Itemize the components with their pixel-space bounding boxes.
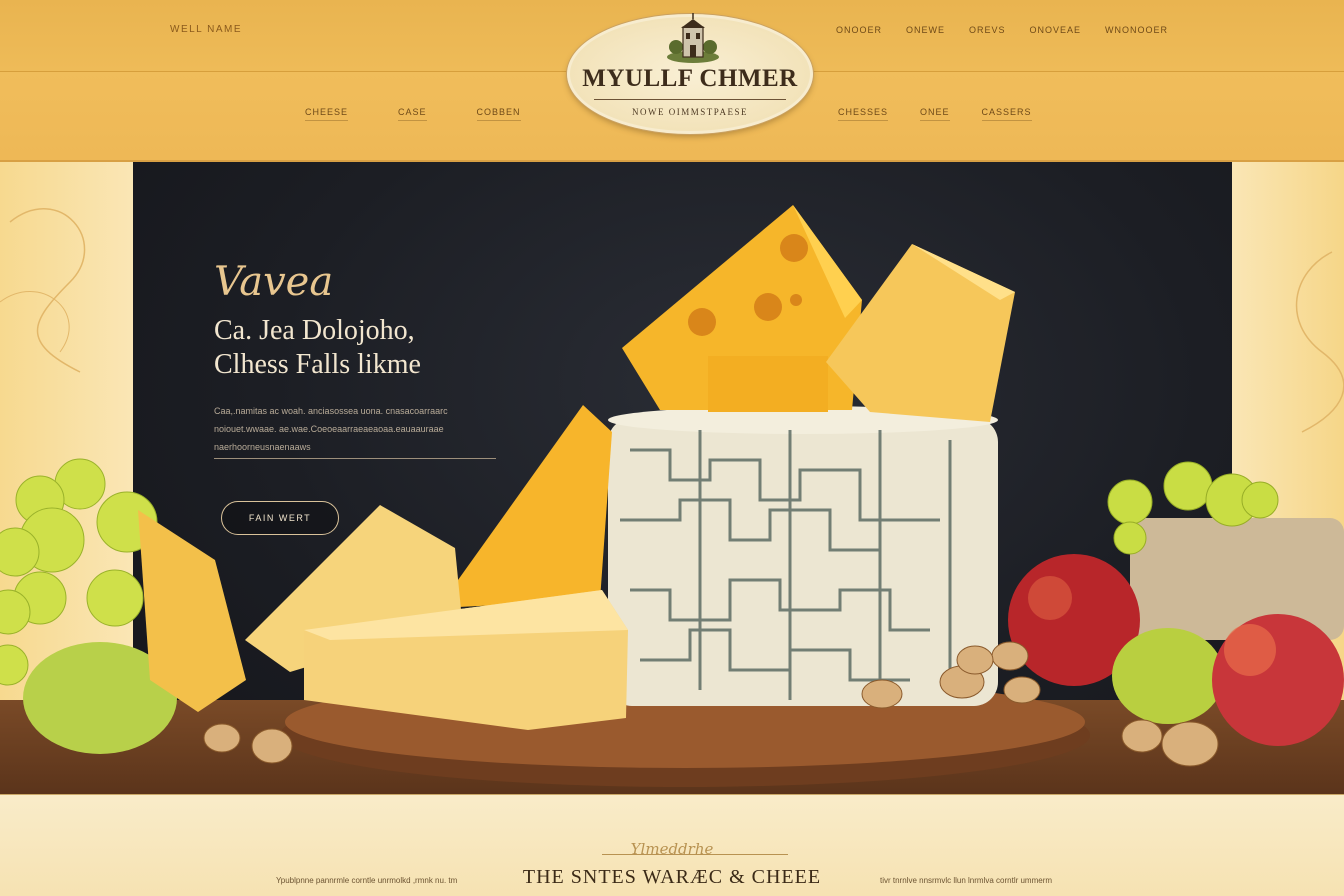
footer-script-text: Ylmeddrhe	[630, 840, 714, 858]
hero-heading: Ca. Jea Dolojoho, Clhess Falls likme	[214, 314, 534, 382]
logo-subtitle: NOWE OIMMSTPAESE	[632, 107, 748, 117]
hero-body: Caa,.namitas ac woah. anciasossea uona. …	[214, 402, 496, 459]
nav-item-onee[interactable]: ONEE	[920, 107, 950, 121]
hero-body-line: naerhoorneusnaenaaws	[214, 442, 311, 452]
brand-logo[interactable]: MYULLF CHMER NOWE OIMMSTPAESE	[567, 13, 813, 134]
footer-title: THE SNTES WARÆC & CHEEE	[522, 866, 822, 888]
wooden-table	[0, 700, 1344, 794]
utility-nav-item[interactable]: ONOOER	[836, 25, 882, 35]
nav-item-cobben[interactable]: COBBEN	[476, 107, 521, 121]
utility-nav-item[interactable]: ONOVEAE	[1029, 25, 1081, 35]
nav-item-case[interactable]: CASE	[398, 107, 427, 121]
hero-heading-line: Ca. Jea Dolojoho,	[214, 315, 415, 346]
utility-nav-item[interactable]: WNONOOER	[1105, 25, 1168, 35]
mill-icon	[667, 13, 719, 63]
nav-item-cheese[interactable]: CHEESE	[305, 107, 349, 121]
hero-script-title: Vavea	[214, 259, 334, 305]
hero-cta-button[interactable]: FAIN WERT	[221, 501, 339, 535]
nav-item-chesses[interactable]: CHESSES	[838, 107, 889, 121]
hero-body-line: noiouet.wwaae. ae.wae.Coeoeaarraeaeaoaa.…	[214, 424, 444, 434]
footer-note-right: tivr tnrnlve nnsrmvlc llun lnrmlva cornt…	[880, 876, 1053, 885]
main-nav-left: CHEESE CASE COBBEN	[305, 107, 521, 121]
nav-item-cassers[interactable]: CASSERS	[981, 107, 1032, 121]
utility-nav-item[interactable]: ONEWE	[906, 25, 945, 35]
utility-nav: ONOOER ONEWE OREVS ONOVEAE WNONOOER	[836, 25, 1168, 35]
logo-title: MYULLF CHMER	[582, 65, 798, 92]
utility-nav-item[interactable]: OREVS	[969, 25, 1006, 35]
footer-divider	[602, 854, 788, 855]
main-nav-right: CHESSES ONEE CASSERS	[838, 107, 1032, 121]
logo-divider	[594, 99, 786, 100]
hero-body-line: Caa,.namitas ac woah. anciasossea uona. …	[214, 406, 448, 416]
header-tagline: WELL NAME	[170, 24, 243, 35]
hero-copy: Vavea Ca. Jea Dolojoho, Clhess Falls lik…	[214, 262, 534, 459]
hero-heading-line: Clhess Falls likme	[214, 349, 421, 380]
